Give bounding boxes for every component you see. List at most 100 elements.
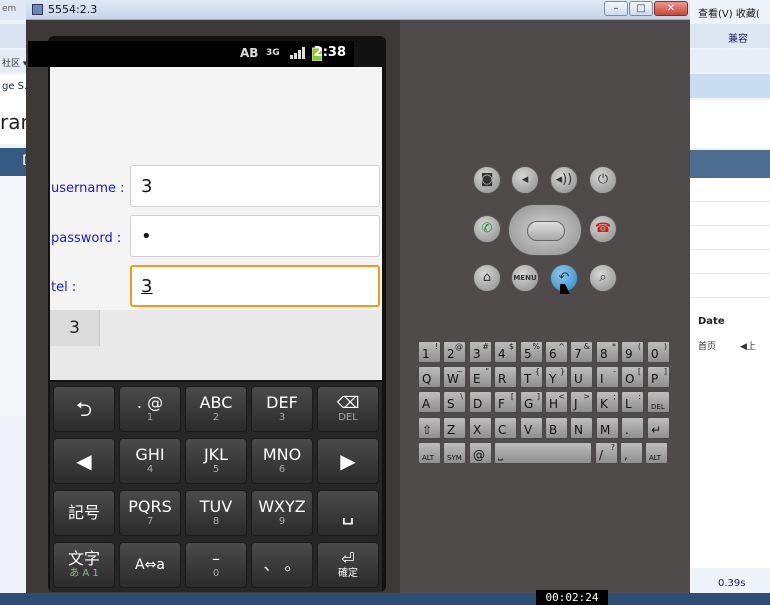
- qwerty-key[interactable]: ↵: [647, 417, 670, 439]
- qwerty-key[interactable]: Q: [418, 366, 441, 388]
- qwerty-key[interactable]: ⇧: [418, 417, 441, 439]
- tel-field[interactable]: 3: [130, 265, 380, 307]
- bg-menu[interactable]: 查看(V) 收藏(: [690, 2, 770, 20]
- keypad-key-7[interactable]: PQRS 7: [119, 490, 181, 536]
- camera-button[interactable]: ◙: [473, 166, 501, 194]
- qwerty-key[interactable]: V: [520, 417, 543, 439]
- password-field[interactable]: •: [130, 215, 380, 257]
- key-sub: 1: [146, 412, 154, 423]
- qwerty-key[interactable]: 4 $: [494, 341, 517, 363]
- qwerty-key[interactable]: U: [570, 366, 593, 388]
- keypad-key-3[interactable]: DEF 3: [251, 386, 313, 432]
- qwerty-key[interactable]: ,: [620, 442, 643, 464]
- qwerty-key[interactable]: /?: [595, 442, 618, 464]
- home-button[interactable]: ⌂: [473, 264, 501, 292]
- call-button[interactable]: ✆: [473, 215, 501, 243]
- qwerty-key[interactable]: B: [545, 417, 568, 439]
- keypad-back-key[interactable]: ⮌: [53, 386, 115, 432]
- qwerty-key[interactable]: ALT: [418, 442, 441, 464]
- keypad-case-key[interactable]: A⇔a: [119, 542, 181, 588]
- qwerty-key-label: B: [549, 423, 558, 437]
- qwerty-key[interactable]: T{: [520, 366, 543, 388]
- keypad-char-mode-key[interactable]: 文字あ A 1: [53, 542, 115, 588]
- maximize-button[interactable]: □: [629, 1, 653, 16]
- qwerty-key[interactable]: E ": [469, 366, 492, 388]
- volume-up-button[interactable]: ◂)): [550, 166, 578, 194]
- qwerty-key[interactable]: N: [570, 417, 593, 439]
- qwerty-key[interactable]: M: [596, 417, 619, 439]
- qwerty-key[interactable]: 3 #: [469, 341, 492, 363]
- qwerty-key[interactable]: SYM: [443, 442, 466, 464]
- keypad-key-6[interactable]: MNO 6: [251, 438, 313, 484]
- keypad-key-9[interactable]: WXYZ 9: [251, 490, 313, 536]
- qwerty-key[interactable]: Z: [443, 417, 466, 439]
- qwerty-key[interactable]: A: [418, 391, 441, 413]
- qwerty-key[interactable]: @: [469, 442, 492, 464]
- qwerty-key[interactable]: .: [621, 417, 644, 439]
- keypad-key-1[interactable]: . @1: [119, 386, 181, 432]
- qwerty-key[interactable]: P]: [647, 366, 670, 388]
- keypad-right-key[interactable]: ▶: [317, 438, 379, 484]
- qwerty-key[interactable]: 6 ^: [545, 341, 568, 363]
- camera-icon: ◙: [480, 172, 494, 187]
- qwerty-key-label: L: [625, 397, 632, 411]
- emulator-titlebar[interactable]: 5554:2.3 – □ ✕: [26, 0, 690, 20]
- qwerty-key[interactable]: 7 &: [570, 341, 593, 363]
- qwerty-key[interactable]: X: [469, 417, 492, 439]
- keypad-space-key[interactable]: ␣: [317, 490, 379, 536]
- keypad-enter-key[interactable]: ⏎ 確定: [317, 542, 379, 588]
- key-main: WXYZ: [258, 497, 306, 516]
- qwerty-key[interactable]: 0): [647, 341, 670, 363]
- qwerty-key[interactable]: J >: [570, 391, 593, 413]
- qwerty-key[interactable]: Y}: [545, 366, 568, 388]
- qwerty-key[interactable]: 1!: [418, 341, 441, 363]
- keypad-key-8[interactable]: TUV 8: [185, 490, 247, 536]
- qwerty-key[interactable]: D: [469, 391, 492, 413]
- keypad-punct-key[interactable]: 、 。: [251, 542, 313, 588]
- keypad-key-0[interactable]: –0: [185, 542, 247, 588]
- qwerty-key[interactable]: F[: [494, 391, 517, 413]
- key-sub: 6: [278, 464, 286, 475]
- qwerty-key[interactable]: O[: [621, 366, 644, 388]
- keypad-symbol-key[interactable]: 記号: [53, 490, 115, 536]
- dpad-center[interactable]: [527, 221, 565, 241]
- qwerty-key[interactable]: 8 *: [596, 341, 619, 363]
- keypad-key-5[interactable]: JKL 5: [185, 438, 247, 484]
- qwerty-key[interactable]: I-: [596, 366, 619, 388]
- close-button[interactable]: ✕: [654, 1, 688, 16]
- bg-toolbar[interactable]: 兼容: [690, 24, 770, 48]
- qwerty-key[interactable]: ⎵: [494, 442, 592, 464]
- qwerty-key[interactable]: C: [494, 417, 517, 439]
- qwerty-key[interactable]: R: [494, 366, 517, 388]
- back-arrow-icon: ↶: [558, 270, 570, 285]
- qwerty-key[interactable]: H <: [545, 391, 568, 413]
- qwerty-key[interactable]: 2 @: [443, 341, 466, 363]
- qwerty-key-label: V: [524, 423, 533, 437]
- qwerty-key[interactable]: G]: [520, 391, 543, 413]
- minimize-button[interactable]: –: [604, 1, 628, 16]
- end-call-button[interactable]: ☎: [589, 215, 617, 243]
- qwerty-key-label: ↵: [651, 423, 662, 437]
- qwerty-key[interactable]: W ~: [443, 366, 466, 388]
- qwerty-key[interactable]: ALT: [645, 442, 668, 464]
- qwerty-key[interactable]: 9(: [621, 341, 644, 363]
- keypad-delete-key[interactable]: ⌫ DEL: [317, 386, 379, 432]
- qwerty-key[interactable]: 5%: [520, 341, 543, 363]
- qwerty-key[interactable]: K;: [596, 391, 619, 413]
- qwerty-key[interactable]: S \: [443, 391, 466, 413]
- suggestion-word[interactable]: 3: [50, 310, 100, 346]
- keypad-key-4[interactable]: GHI 4: [119, 438, 181, 484]
- bg-cell[interactable]: ◀上: [740, 339, 756, 352]
- end-call-icon: ☎: [594, 221, 612, 236]
- bg-cell[interactable]: 首页: [698, 339, 716, 352]
- username-field[interactable]: 3: [130, 165, 380, 207]
- qwerty-key[interactable]: DEL: [647, 391, 670, 413]
- keypad-left-key[interactable]: ◀: [53, 438, 115, 484]
- qwerty-key[interactable]: L:: [621, 391, 644, 413]
- volume-down-button[interactable]: ◂: [511, 166, 539, 194]
- power-button[interactable]: ⏻: [589, 166, 617, 194]
- menu-button[interactable]: MENU: [511, 264, 539, 292]
- keypad-key-2[interactable]: ABC 2: [185, 386, 247, 432]
- search-button[interactable]: ⌕: [589, 264, 617, 292]
- dpad[interactable]: [508, 204, 582, 256]
